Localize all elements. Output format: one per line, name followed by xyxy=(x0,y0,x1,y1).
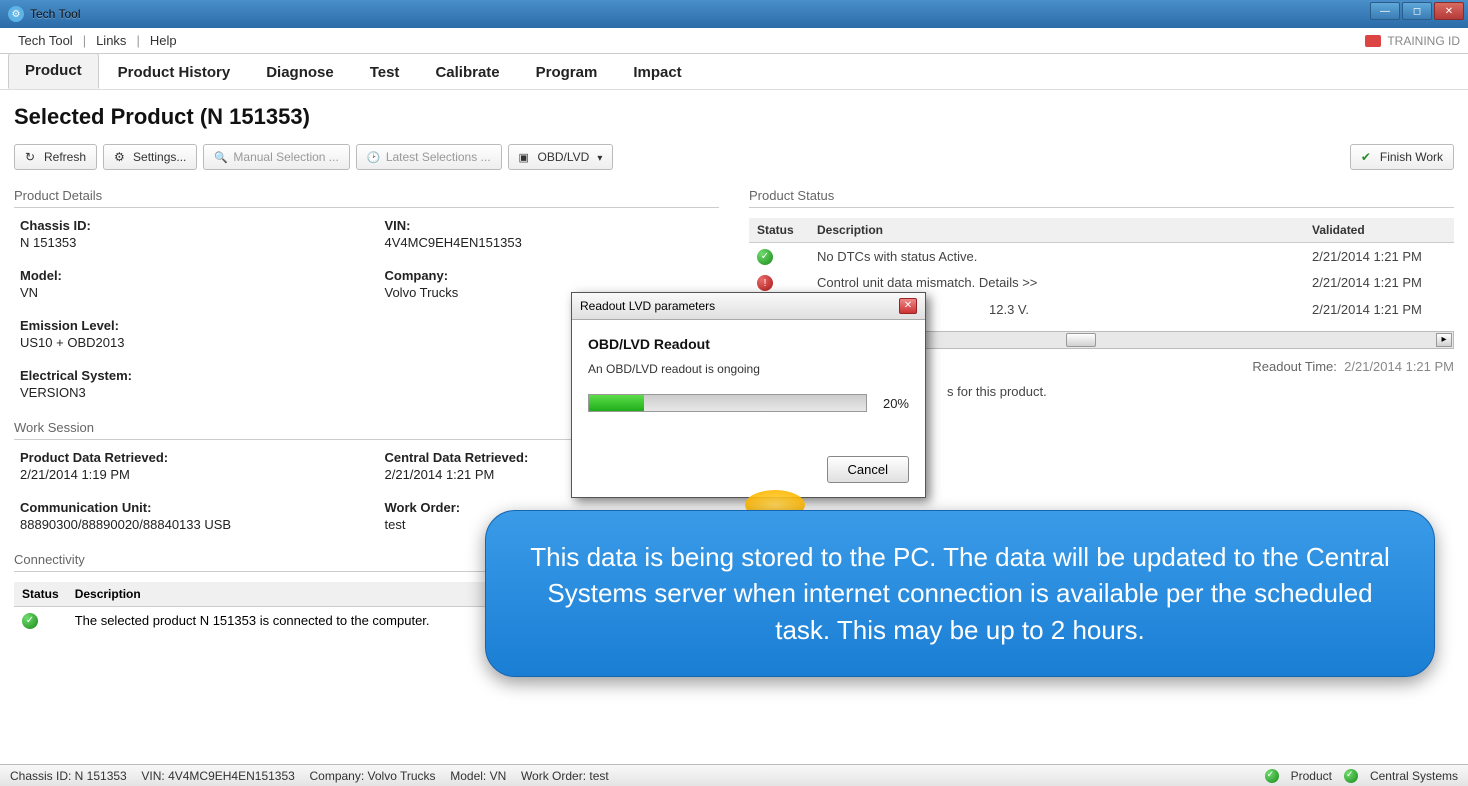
emission-label: Emission Level: xyxy=(20,318,355,333)
readout-dialog: Readout LVD parameters ✕ OBD/LVD Readout… xyxy=(571,292,926,498)
dialog-title-text: Readout LVD parameters xyxy=(580,299,715,313)
chassis-id-value: N 151353 xyxy=(20,235,355,250)
table-row: No DTCs with status Active. 2/21/2014 1:… xyxy=(749,243,1454,270)
gear-icon xyxy=(114,150,128,164)
status-ok-icon xyxy=(22,613,38,629)
window-controls: — ◻ ✕ xyxy=(1370,2,1464,20)
dialog-message: An OBD/LVD readout is ongoing xyxy=(588,362,909,376)
page-title: Selected Product (N 151353) xyxy=(14,104,1454,130)
product-details-header: Product Details xyxy=(14,188,719,208)
dialog-close-button[interactable]: ✕ xyxy=(899,298,917,314)
model-value: VN xyxy=(20,285,355,300)
tab-calibrate[interactable]: Calibrate xyxy=(418,55,516,89)
dialog-heading: OBD/LVD Readout xyxy=(588,336,909,352)
conn-status-header: Status xyxy=(14,582,67,607)
tab-product-history[interactable]: Product History xyxy=(101,55,248,89)
central-status-icon xyxy=(1344,769,1358,783)
sb-central: Central Systems xyxy=(1370,769,1458,783)
pdr-value: 2/21/2014 1:19 PM xyxy=(20,467,355,482)
statusbar: Chassis ID: N 151353 VIN: 4V4MC9EH4EN151… xyxy=(0,764,1468,786)
search-icon xyxy=(214,150,228,164)
obd-icon xyxy=(519,150,533,164)
nav-tabs: Product Product History Diagnose Test Ca… xyxy=(0,54,1468,90)
finish-work-button[interactable]: Finish Work xyxy=(1350,144,1454,170)
company-label: Company: xyxy=(385,268,720,283)
chassis-id-label: Chassis ID: xyxy=(20,218,355,233)
sb-company: Company: Volvo Trucks xyxy=(310,769,436,783)
obd-lvd-button[interactable]: OBD/LVD xyxy=(508,144,614,170)
status-col-header: Status xyxy=(749,218,809,243)
app-icon: ⚙ xyxy=(8,6,24,22)
window-title: Tech Tool xyxy=(30,7,80,21)
check-icon xyxy=(1361,150,1375,164)
vin-label: VIN: xyxy=(385,218,720,233)
tab-test[interactable]: Test xyxy=(353,55,417,89)
minimize-button[interactable]: — xyxy=(1370,2,1400,20)
cancel-button[interactable]: Cancel xyxy=(827,456,909,483)
chevron-down-icon xyxy=(594,150,602,164)
cu-value: 88890300/88890020/88840133 USB xyxy=(20,517,355,532)
electrical-label: Electrical System: xyxy=(20,368,355,383)
product-status-icon xyxy=(1265,769,1279,783)
tab-impact[interactable]: Impact xyxy=(616,55,698,89)
vin-value: 4V4MC9EH4EN151353 xyxy=(385,235,720,250)
manual-selection-button[interactable]: Manual Selection ... xyxy=(203,144,349,170)
menubar: Tech Tool | Links | Help TRAINING ID xyxy=(0,28,1468,54)
maximize-button[interactable]: ◻ xyxy=(1402,2,1432,20)
progress-bar xyxy=(588,394,867,412)
status-ok-icon xyxy=(757,249,773,265)
info-callout: This data is being stored to the PC. The… xyxy=(485,510,1435,677)
tab-product[interactable]: Product xyxy=(8,53,99,89)
menu-links[interactable]: Links xyxy=(86,29,136,52)
cu-label: Communication Unit: xyxy=(20,500,355,515)
sb-workorder: Work Order: test xyxy=(521,769,609,783)
desc-col-header: Description xyxy=(809,218,1304,243)
close-button[interactable]: ✕ xyxy=(1434,2,1464,20)
menu-techtool[interactable]: Tech Tool xyxy=(8,29,83,52)
settings-button[interactable]: Settings... xyxy=(103,144,197,170)
validated-col-header: Validated xyxy=(1304,218,1454,243)
product-status-header: Product Status xyxy=(749,188,1454,208)
status-error-icon xyxy=(757,275,773,291)
tab-diagnose[interactable]: Diagnose xyxy=(249,55,351,89)
emission-value: US10 + OBD2013 xyxy=(20,335,355,350)
model-label: Model: xyxy=(20,268,355,283)
sb-chassis: Chassis ID: N 151353 xyxy=(10,769,127,783)
dialog-titlebar[interactable]: Readout LVD parameters ✕ xyxy=(572,293,925,320)
campaign-message: s for this product. xyxy=(939,384,1454,399)
progress-percent: 20% xyxy=(883,396,909,411)
flag-icon xyxy=(1365,35,1381,47)
latest-selections-button[interactable]: Latest Selections ... xyxy=(356,144,502,170)
refresh-button[interactable]: Refresh xyxy=(14,144,97,170)
training-id: TRAINING ID xyxy=(1365,34,1460,48)
toolbar: Refresh Settings... Manual Selection ...… xyxy=(14,144,1454,170)
sb-model: Model: VN xyxy=(450,769,506,783)
sb-product: Product xyxy=(1291,769,1332,783)
window-titlebar: ⚙ Tech Tool — ◻ ✕ xyxy=(0,0,1468,28)
menu-help[interactable]: Help xyxy=(140,29,187,52)
electrical-value: VERSION3 xyxy=(20,385,355,400)
tab-program[interactable]: Program xyxy=(519,55,615,89)
sb-vin: VIN: 4V4MC9EH4EN151353 xyxy=(141,769,294,783)
pdr-label: Product Data Retrieved: xyxy=(20,450,355,465)
clock-icon xyxy=(367,150,381,164)
refresh-icon xyxy=(25,150,39,164)
